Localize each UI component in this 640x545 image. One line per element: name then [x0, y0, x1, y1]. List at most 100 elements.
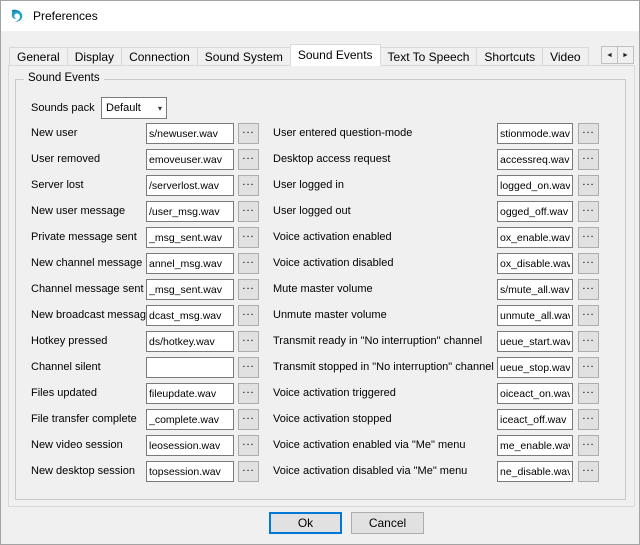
sound-event-label: Private message sent [31, 231, 137, 243]
browse-button[interactable]: ... [578, 305, 599, 326]
browse-button[interactable]: ... [578, 435, 599, 456]
sound-file-input[interactable] [497, 305, 573, 326]
browse-button[interactable]: ... [238, 461, 259, 482]
sound-file-input[interactable] [497, 435, 573, 456]
sound-event-label: Voice activation disabled [273, 257, 393, 269]
browse-button[interactable]: ... [578, 253, 599, 274]
browse-button[interactable]: ... [238, 253, 259, 274]
browse-button[interactable]: ... [578, 227, 599, 248]
sound-file-input[interactable] [146, 409, 234, 430]
sound-event-label: Files updated [31, 387, 97, 399]
sound-file-input[interactable] [497, 175, 573, 196]
sound-file-input[interactable] [146, 253, 234, 274]
sound-file-input[interactable] [146, 227, 234, 248]
browse-button[interactable]: ... [238, 331, 259, 352]
sound-event-label: Unmute master volume [273, 309, 387, 321]
tab-scroller: ◄ ► [601, 46, 633, 64]
sound-file-input[interactable] [497, 201, 573, 222]
sounds-pack-label: Sounds pack [31, 102, 95, 114]
browse-button[interactable]: ... [238, 357, 259, 378]
window-title: Preferences [33, 9, 98, 23]
sound-file-input[interactable] [146, 435, 234, 456]
browse-button[interactable]: ... [578, 175, 599, 196]
tab-sound-events[interactable]: Sound Events [290, 44, 381, 66]
browse-button[interactable]: ... [578, 331, 599, 352]
sound-file-input[interactable] [497, 227, 573, 248]
tab-shortcuts[interactable]: Shortcuts [476, 47, 543, 66]
browse-button[interactable]: ... [238, 435, 259, 456]
chevron-down-icon: ▾ [158, 104, 162, 113]
browse-button[interactable]: ... [578, 279, 599, 300]
sound-event-label: Voice activation stopped [273, 413, 392, 425]
sound-file-input[interactable] [497, 149, 573, 170]
sound-event-label: Voice activation enabled via "Me" menu [273, 439, 465, 451]
sound-event-label: Mute master volume [273, 283, 373, 295]
sound-file-input[interactable] [497, 409, 573, 430]
sound-event-label: New user [31, 127, 77, 139]
sound-file-input[interactable] [146, 461, 234, 482]
sound-event-label: User removed [31, 153, 100, 165]
sound-file-input[interactable] [497, 383, 573, 404]
sound-file-input[interactable] [146, 331, 234, 352]
preferences-dialog: { "window": { "title": "Preferences" }, … [0, 0, 640, 545]
sound-event-label: Voice activation enabled [273, 231, 392, 243]
browse-button[interactable]: ... [238, 409, 259, 430]
sounds-pack-select[interactable]: Default ▾ [101, 97, 167, 119]
browse-button[interactable]: ... [578, 123, 599, 144]
tab-general[interactable]: General [9, 47, 68, 66]
sound-file-input[interactable] [146, 201, 234, 222]
browse-button[interactable]: ... [238, 201, 259, 222]
browse-button[interactable]: ... [238, 149, 259, 170]
tab-connection[interactable]: Connection [121, 47, 198, 66]
sound-file-input[interactable] [497, 253, 573, 274]
sound-event-label: File transfer complete [31, 413, 137, 425]
sound-event-label: Hotkey pressed [31, 335, 107, 347]
sound-event-label: Transmit stopped in "No interruption" ch… [273, 361, 494, 373]
sound-file-input[interactable] [497, 279, 573, 300]
browse-button[interactable]: ... [238, 279, 259, 300]
tab-display[interactable]: Display [67, 47, 122, 66]
sound-file-input[interactable] [146, 357, 234, 378]
tab-scroll-left-button[interactable]: ◄ [601, 46, 618, 64]
sound-file-input[interactable] [497, 357, 573, 378]
sound-event-label: Channel silent [31, 361, 101, 373]
sound-event-label: New video session [31, 439, 123, 451]
tab-sound-system[interactable]: Sound System [197, 47, 291, 66]
sound-file-input[interactable] [146, 149, 234, 170]
sound-event-label: User logged in [273, 179, 344, 191]
browse-button[interactable]: ... [578, 201, 599, 222]
browse-button[interactable]: ... [578, 383, 599, 404]
browse-button[interactable]: ... [238, 383, 259, 404]
browse-button[interactable]: ... [578, 409, 599, 430]
browse-button[interactable]: ... [238, 123, 259, 144]
sound-event-label: User entered question-mode [273, 127, 412, 139]
sound-file-input[interactable] [146, 175, 234, 196]
browse-button[interactable]: ... [578, 357, 599, 378]
sound-file-input[interactable] [497, 331, 573, 352]
browse-button[interactable]: ... [578, 461, 599, 482]
browse-button[interactable]: ... [238, 227, 259, 248]
browse-button[interactable]: ... [578, 149, 599, 170]
sound-file-input[interactable] [146, 383, 234, 404]
tab-scroll-right-button[interactable]: ► [617, 46, 634, 64]
sound-event-label: Channel message sent [31, 283, 144, 295]
cancel-button[interactable]: Cancel [351, 512, 424, 534]
sound-event-label: Desktop access request [273, 153, 390, 165]
sound-file-input[interactable] [146, 279, 234, 300]
sound-file-input[interactable] [497, 461, 573, 482]
browse-button[interactable]: ... [238, 175, 259, 196]
ok-button[interactable]: Ok [269, 512, 342, 534]
tab-text-to-speech[interactable]: Text To Speech [380, 47, 478, 66]
sound-event-label: Transmit ready in "No interruption" chan… [273, 335, 482, 347]
group-title: Sound Events [24, 72, 104, 84]
sound-file-input[interactable] [497, 123, 573, 144]
sounds-pack-value: Default [106, 102, 141, 114]
sound-event-label: New broadcast message [31, 309, 152, 321]
app-logo-icon [9, 8, 25, 24]
titlebar: Preferences [1, 1, 639, 31]
browse-button[interactable]: ... [238, 305, 259, 326]
tab-video[interactable]: Video [542, 47, 588, 66]
sound-event-label: User logged out [273, 205, 351, 217]
sound-file-input[interactable] [146, 123, 234, 144]
sound-file-input[interactable] [146, 305, 234, 326]
